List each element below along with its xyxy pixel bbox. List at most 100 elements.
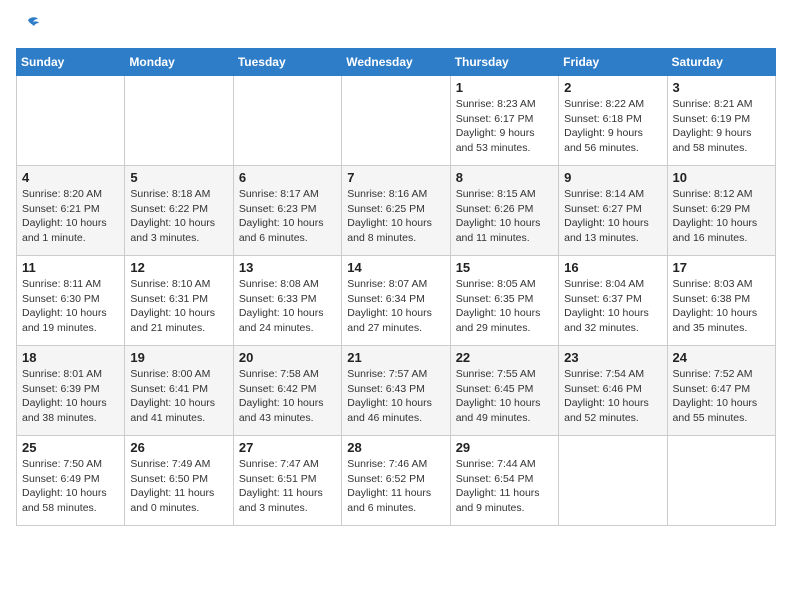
day-info: Sunrise: 8:23 AM Sunset: 6:17 PM Dayligh… — [456, 97, 553, 156]
day-number: 17 — [673, 260, 770, 275]
day-number: 14 — [347, 260, 444, 275]
calendar-cell: 2 Sunrise: 8:22 AM Sunset: 6:18 PM Daylig… — [559, 76, 667, 166]
calendar-cell: 9 Sunrise: 8:14 AM Sunset: 6:27 PM Daylig… — [559, 166, 667, 256]
calendar-cell — [125, 76, 233, 166]
calendar-cell: 22 Sunrise: 7:55 AM Sunset: 6:45 PM Dayli… — [450, 346, 558, 436]
calendar-cell — [667, 436, 775, 526]
day-number: 3 — [673, 80, 770, 95]
day-info: Sunrise: 7:58 AM Sunset: 6:42 PM Dayligh… — [239, 367, 336, 426]
header — [16, 16, 776, 36]
calendar-cell: 25 Sunrise: 7:50 AM Sunset: 6:49 PM Dayli… — [17, 436, 125, 526]
calendar-cell: 3 Sunrise: 8:21 AM Sunset: 6:19 PM Daylig… — [667, 76, 775, 166]
weekday-header-sunday: Sunday — [17, 49, 125, 76]
day-info: Sunrise: 8:01 AM Sunset: 6:39 PM Dayligh… — [22, 367, 119, 426]
calendar-cell — [342, 76, 450, 166]
day-number: 27 — [239, 440, 336, 455]
calendar-cell: 18 Sunrise: 8:01 AM Sunset: 6:39 PM Dayli… — [17, 346, 125, 436]
day-info: Sunrise: 8:15 AM Sunset: 6:26 PM Dayligh… — [456, 187, 553, 246]
day-number: 26 — [130, 440, 227, 455]
calendar-cell: 27 Sunrise: 7:47 AM Sunset: 6:51 PM Dayli… — [233, 436, 341, 526]
day-number: 7 — [347, 170, 444, 185]
calendar-cell: 21 Sunrise: 7:57 AM Sunset: 6:43 PM Dayli… — [342, 346, 450, 436]
day-number: 24 — [673, 350, 770, 365]
weekday-header-friday: Friday — [559, 49, 667, 76]
calendar-cell: 20 Sunrise: 7:58 AM Sunset: 6:42 PM Dayli… — [233, 346, 341, 436]
calendar-cell: 12 Sunrise: 8:10 AM Sunset: 6:31 PM Dayli… — [125, 256, 233, 346]
day-info: Sunrise: 8:18 AM Sunset: 6:22 PM Dayligh… — [130, 187, 227, 246]
day-info: Sunrise: 8:21 AM Sunset: 6:19 PM Dayligh… — [673, 97, 770, 156]
day-info: Sunrise: 8:16 AM Sunset: 6:25 PM Dayligh… — [347, 187, 444, 246]
logo-bird-icon — [18, 16, 40, 36]
day-info: Sunrise: 8:03 AM Sunset: 6:38 PM Dayligh… — [673, 277, 770, 336]
calendar-cell: 16 Sunrise: 8:04 AM Sunset: 6:37 PM Dayli… — [559, 256, 667, 346]
calendar-cell — [233, 76, 341, 166]
day-info: Sunrise: 8:08 AM Sunset: 6:33 PM Dayligh… — [239, 277, 336, 336]
calendar-cell: 11 Sunrise: 8:11 AM Sunset: 6:30 PM Dayli… — [17, 256, 125, 346]
day-info: Sunrise: 8:00 AM Sunset: 6:41 PM Dayligh… — [130, 367, 227, 426]
day-info: Sunrise: 8:22 AM Sunset: 6:18 PM Dayligh… — [564, 97, 661, 156]
day-number: 9 — [564, 170, 661, 185]
day-info: Sunrise: 8:17 AM Sunset: 6:23 PM Dayligh… — [239, 187, 336, 246]
day-number: 23 — [564, 350, 661, 365]
day-number: 22 — [456, 350, 553, 365]
day-info: Sunrise: 8:14 AM Sunset: 6:27 PM Dayligh… — [564, 187, 661, 246]
day-number: 13 — [239, 260, 336, 275]
calendar-cell: 6 Sunrise: 8:17 AM Sunset: 6:23 PM Daylig… — [233, 166, 341, 256]
day-number: 18 — [22, 350, 119, 365]
day-info: Sunrise: 7:47 AM Sunset: 6:51 PM Dayligh… — [239, 457, 336, 516]
day-info: Sunrise: 8:07 AM Sunset: 6:34 PM Dayligh… — [347, 277, 444, 336]
day-number: 2 — [564, 80, 661, 95]
day-info: Sunrise: 8:20 AM Sunset: 6:21 PM Dayligh… — [22, 187, 119, 246]
day-number: 20 — [239, 350, 336, 365]
day-number: 21 — [347, 350, 444, 365]
day-info: Sunrise: 8:10 AM Sunset: 6:31 PM Dayligh… — [130, 277, 227, 336]
day-info: Sunrise: 8:12 AM Sunset: 6:29 PM Dayligh… — [673, 187, 770, 246]
day-number: 16 — [564, 260, 661, 275]
day-info: Sunrise: 7:54 AM Sunset: 6:46 PM Dayligh… — [564, 367, 661, 426]
day-info: Sunrise: 7:52 AM Sunset: 6:47 PM Dayligh… — [673, 367, 770, 426]
day-number: 12 — [130, 260, 227, 275]
day-info: Sunrise: 7:55 AM Sunset: 6:45 PM Dayligh… — [456, 367, 553, 426]
calendar-cell: 7 Sunrise: 8:16 AM Sunset: 6:25 PM Daylig… — [342, 166, 450, 256]
day-number: 5 — [130, 170, 227, 185]
calendar-cell: 26 Sunrise: 7:49 AM Sunset: 6:50 PM Dayli… — [125, 436, 233, 526]
day-info: Sunrise: 7:44 AM Sunset: 6:54 PM Dayligh… — [456, 457, 553, 516]
calendar-cell: 24 Sunrise: 7:52 AM Sunset: 6:47 PM Dayli… — [667, 346, 775, 436]
day-number: 15 — [456, 260, 553, 275]
calendar-cell: 15 Sunrise: 8:05 AM Sunset: 6:35 PM Dayli… — [450, 256, 558, 346]
day-info: Sunrise: 7:49 AM Sunset: 6:50 PM Dayligh… — [130, 457, 227, 516]
day-number: 29 — [456, 440, 553, 455]
calendar-cell: 28 Sunrise: 7:46 AM Sunset: 6:52 PM Dayli… — [342, 436, 450, 526]
day-number: 25 — [22, 440, 119, 455]
day-info: Sunrise: 7:57 AM Sunset: 6:43 PM Dayligh… — [347, 367, 444, 426]
calendar-cell: 29 Sunrise: 7:44 AM Sunset: 6:54 PM Dayli… — [450, 436, 558, 526]
day-info: Sunrise: 7:46 AM Sunset: 6:52 PM Dayligh… — [347, 457, 444, 516]
weekday-header-thursday: Thursday — [450, 49, 558, 76]
day-number: 10 — [673, 170, 770, 185]
calendar-cell: 13 Sunrise: 8:08 AM Sunset: 6:33 PM Dayli… — [233, 256, 341, 346]
calendar-table: SundayMondayTuesdayWednesdayThursdayFrid… — [16, 48, 776, 526]
day-number: 28 — [347, 440, 444, 455]
day-number: 4 — [22, 170, 119, 185]
calendar-cell: 17 Sunrise: 8:03 AM Sunset: 6:38 PM Dayli… — [667, 256, 775, 346]
day-number: 6 — [239, 170, 336, 185]
logo — [16, 16, 40, 36]
calendar-cell: 10 Sunrise: 8:12 AM Sunset: 6:29 PM Dayli… — [667, 166, 775, 256]
day-info: Sunrise: 8:04 AM Sunset: 6:37 PM Dayligh… — [564, 277, 661, 336]
weekday-header-saturday: Saturday — [667, 49, 775, 76]
day-number: 11 — [22, 260, 119, 275]
calendar-cell: 1 Sunrise: 8:23 AM Sunset: 6:17 PM Daylig… — [450, 76, 558, 166]
day-number: 8 — [456, 170, 553, 185]
calendar-cell: 23 Sunrise: 7:54 AM Sunset: 6:46 PM Dayli… — [559, 346, 667, 436]
calendar-cell — [559, 436, 667, 526]
weekday-header-wednesday: Wednesday — [342, 49, 450, 76]
calendar-cell: 4 Sunrise: 8:20 AM Sunset: 6:21 PM Daylig… — [17, 166, 125, 256]
weekday-header-monday: Monday — [125, 49, 233, 76]
day-number: 1 — [456, 80, 553, 95]
calendar-cell: 14 Sunrise: 8:07 AM Sunset: 6:34 PM Dayli… — [342, 256, 450, 346]
day-info: Sunrise: 8:11 AM Sunset: 6:30 PM Dayligh… — [22, 277, 119, 336]
calendar-cell — [17, 76, 125, 166]
day-info: Sunrise: 8:05 AM Sunset: 6:35 PM Dayligh… — [456, 277, 553, 336]
weekday-header-tuesday: Tuesday — [233, 49, 341, 76]
day-info: Sunrise: 7:50 AM Sunset: 6:49 PM Dayligh… — [22, 457, 119, 516]
